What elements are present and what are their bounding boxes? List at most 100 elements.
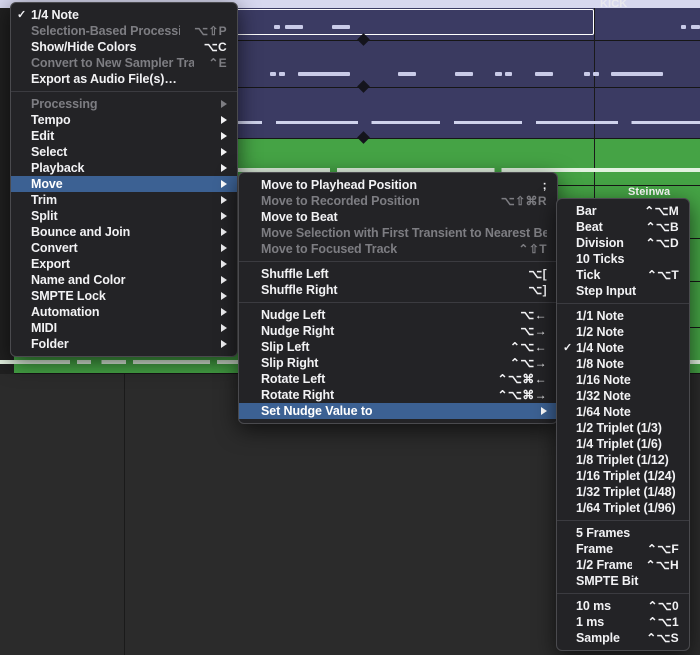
menu-item-shortcut: ⌃⌥⌘→ bbox=[497, 388, 547, 402]
menu-item-shortcut: ⌃⌥1 bbox=[647, 615, 679, 629]
menu-item-name-and-color[interactable]: Name and Color bbox=[11, 272, 237, 288]
menu-item-1-8-note[interactable]: 1/8 Note bbox=[557, 356, 689, 372]
menu-item-shortcut: ⌥[ bbox=[528, 267, 547, 281]
menu-item-1-2-triplet-1-3[interactable]: 1/2 Triplet (1/3) bbox=[557, 420, 689, 436]
menu-item-label: Convert to New Sampler Track bbox=[31, 56, 195, 70]
menu-item-move-to-playhead-position[interactable]: Move to Playhead Position; bbox=[239, 177, 557, 193]
menu-item-label: 1/16 Note bbox=[576, 373, 631, 387]
menu-item-5-frames[interactable]: 5 Frames bbox=[557, 525, 689, 541]
menu-item-1-4-note[interactable]: ✓ 1/4 Note bbox=[557, 340, 689, 356]
menu-item-label: Tick bbox=[576, 268, 601, 282]
menu-item-beat[interactable]: Beat ⌃⌥B bbox=[557, 219, 689, 235]
menu-item-shortcut: ⌃⌥M bbox=[644, 204, 679, 218]
bar-divider bbox=[124, 374, 125, 655]
menu-item-label: Move Selection with First Transient to N… bbox=[261, 226, 547, 240]
menu-item-smpte-bit[interactable]: SMPTE Bit bbox=[557, 573, 689, 589]
menu-item-automation[interactable]: Automation bbox=[11, 304, 237, 320]
menu-item-1-32-triplet-1-48[interactable]: 1/32 Triplet (1/48) bbox=[557, 484, 689, 500]
menu-item-trim[interactable]: Trim bbox=[11, 192, 237, 208]
chevron-right-icon bbox=[221, 148, 227, 156]
menu-item-label: 5 Frames bbox=[576, 526, 631, 540]
menu-item-shuffle-left[interactable]: Shuffle Left ⌥[ bbox=[239, 266, 557, 282]
menu-item-shortcut: ⌃⌥D bbox=[645, 236, 679, 250]
menu-separator bbox=[11, 91, 237, 92]
menu-item-shortcut: ⌃⇧T bbox=[518, 242, 547, 256]
menu-item-1-32-note[interactable]: 1/32 Note bbox=[557, 388, 689, 404]
region-label-steinway: Steinwa bbox=[628, 186, 671, 198]
menu-item-1-4-note[interactable]: ✓ 1/4 Note bbox=[11, 7, 237, 23]
menu-item-set-nudge-value-to[interactable]: Set Nudge Value to bbox=[239, 403, 557, 419]
chevron-right-icon bbox=[221, 244, 227, 252]
menu-item-folder[interactable]: Folder bbox=[11, 336, 237, 352]
menu-item-label: Slip Left bbox=[261, 340, 310, 354]
menu-item-nudge-right[interactable]: Nudge Right ⌥→ bbox=[239, 323, 557, 339]
midi-note bbox=[279, 72, 285, 76]
menu-item-label: Convert bbox=[31, 241, 78, 255]
menu-item-10-ticks[interactable]: 10 Ticks bbox=[557, 251, 689, 267]
menu-item-sample[interactable]: Sample ⌃⌥S bbox=[557, 630, 689, 646]
menu-item-shuffle-right[interactable]: Shuffle Right ⌥] bbox=[239, 282, 557, 298]
menu-item-frame[interactable]: Frame ⌃⌥F bbox=[557, 541, 689, 557]
menu-item-processing: Processing bbox=[11, 96, 237, 112]
menu-item-1-64-note[interactable]: 1/64 Note bbox=[557, 404, 689, 420]
menu-item-1-ms[interactable]: 1 ms ⌃⌥1 bbox=[557, 614, 689, 630]
menu-item-smpte-lock[interactable]: SMPTE Lock bbox=[11, 288, 237, 304]
chevron-right-icon bbox=[221, 196, 227, 204]
chevron-right-icon bbox=[221, 276, 227, 284]
menu-item-convert[interactable]: Convert bbox=[11, 240, 237, 256]
chevron-right-icon bbox=[221, 308, 227, 316]
menu-item-1-4-triplet-1-6[interactable]: 1/4 Triplet (1/6) bbox=[557, 436, 689, 452]
menu-item-playback[interactable]: Playback bbox=[11, 160, 237, 176]
menu-item-1-8-triplet-1-12[interactable]: 1/8 Triplet (1/12) bbox=[557, 452, 689, 468]
menu-item-1-16-triplet-1-24[interactable]: 1/16 Triplet (1/24) bbox=[557, 468, 689, 484]
menu-item-slip-right[interactable]: Slip Right ⌃⌥→ bbox=[239, 355, 557, 371]
menu-item-step-input[interactable]: Step Input bbox=[557, 283, 689, 299]
menu-item-label: Bar bbox=[576, 204, 597, 218]
menu-item-1-64-triplet-1-96[interactable]: 1/64 Triplet (1/96) bbox=[557, 500, 689, 516]
menu-item-label: Move to Beat bbox=[261, 210, 338, 224]
menu-item-tempo[interactable]: Tempo bbox=[11, 112, 237, 128]
menu-item-10-ms[interactable]: 10 ms ⌃⌥0 bbox=[557, 598, 689, 614]
clip-shortcut-menu[interactable]: ✓1/4 NoteSelection-Based Processing…⌥⇧PS… bbox=[10, 2, 238, 357]
menu-item-label: 1/4 Triplet (1/6) bbox=[576, 437, 662, 451]
menu-item-label: Rotate Left bbox=[261, 372, 326, 386]
menu-item-export-as-audio-file-s[interactable]: Export as Audio File(s)… bbox=[11, 71, 237, 87]
menu-item-shortcut: ⌃⌥H bbox=[645, 558, 679, 572]
menu-item-move-to-beat[interactable]: Move to Beat bbox=[239, 209, 557, 225]
menu-item-1-2-frame[interactable]: 1/2 Frame ⌃⌥H bbox=[557, 557, 689, 573]
set-nudge-value-submenu[interactable]: Bar ⌃⌥M Beat ⌃⌥B Division ⌃⌥D 10 Ticks Tick ⌃⌥T S… bbox=[556, 198, 690, 651]
menu-item-rotate-right[interactable]: Rotate Right ⌃⌥⌘→ bbox=[239, 387, 557, 403]
menu-item-nudge-left[interactable]: Nudge Left ⌥← bbox=[239, 307, 557, 323]
menu-item-move-selection-with-first-transient-to-nearest-beat: Move Selection with First Transient to N… bbox=[239, 225, 557, 241]
menu-item-show-hide-colors[interactable]: Show/Hide Colors ⌥C bbox=[11, 39, 237, 55]
menu-item-bar[interactable]: Bar ⌃⌥M bbox=[557, 203, 689, 219]
menu-item-slip-left[interactable]: Slip Left ⌃⌥← bbox=[239, 339, 557, 355]
menu-item-label: Bounce and Join bbox=[31, 225, 131, 239]
menu-item-move[interactable]: Move bbox=[11, 176, 237, 192]
menu-item-midi[interactable]: MIDI bbox=[11, 320, 237, 336]
menu-item-move-to-focused-track: Move to Focused Track ⌃⇧T bbox=[239, 241, 557, 257]
midi-note bbox=[691, 25, 700, 29]
move-submenu[interactable]: Move to Playhead Position; Move to Record… bbox=[238, 172, 558, 424]
menu-item-1-2-note[interactable]: 1/2 Note bbox=[557, 324, 689, 340]
menu-item-1-16-note[interactable]: 1/16 Note bbox=[557, 372, 689, 388]
menu-item-division[interactable]: Division ⌃⌥D bbox=[557, 235, 689, 251]
menu-item-split[interactable]: Split bbox=[11, 208, 237, 224]
menu-item-1-1-note[interactable]: 1/1 Note bbox=[557, 308, 689, 324]
menu-item-label: Slip Right bbox=[261, 356, 319, 370]
chevron-right-icon bbox=[221, 228, 227, 236]
midi-note bbox=[611, 72, 663, 76]
menu-item-edit[interactable]: Edit bbox=[11, 128, 237, 144]
menu-item-label: Move to Playhead Position bbox=[261, 178, 417, 192]
menu-item-tick[interactable]: Tick ⌃⌥T bbox=[557, 267, 689, 283]
menu-separator bbox=[239, 261, 557, 262]
menu-item-export[interactable]: Export bbox=[11, 256, 237, 272]
menu-item-label: Move bbox=[31, 177, 63, 191]
menu-item-select[interactable]: Select bbox=[11, 144, 237, 160]
chevron-right-icon bbox=[221, 340, 227, 348]
menu-item-bounce-and-join[interactable]: Bounce and Join bbox=[11, 224, 237, 240]
menu-item-rotate-left[interactable]: Rotate Left ⌃⌥⌘← bbox=[239, 371, 557, 387]
menu-item-label: Sample bbox=[576, 631, 620, 645]
menu-item-label: Rotate Right bbox=[261, 388, 335, 402]
menu-item-label: Export bbox=[31, 257, 70, 271]
